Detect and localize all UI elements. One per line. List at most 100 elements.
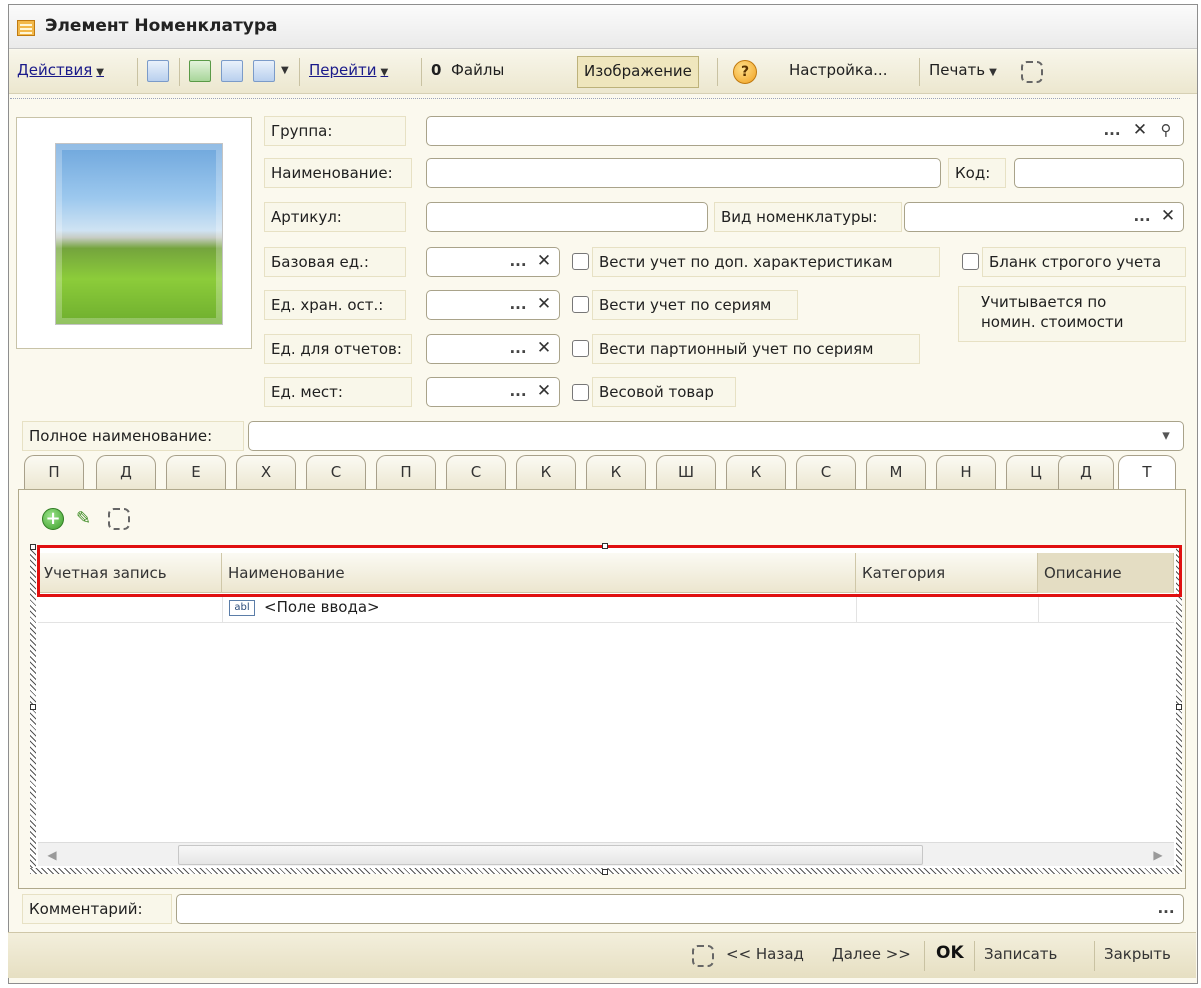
tab-4[interactable]: Х — [236, 455, 296, 489]
ok-button[interactable]: OK — [936, 943, 964, 963]
save-button[interactable]: Записать — [984, 945, 1057, 963]
column-header-category[interactable]: Категория — [856, 553, 1038, 593]
tab-12[interactable]: С — [796, 455, 856, 489]
horizontal-scrollbar[interactable]: ◀ ▶ — [38, 842, 1174, 866]
copy-icon[interactable] — [221, 60, 243, 82]
extra-characteristics-checkbox[interactable] — [572, 253, 589, 270]
table-row[interactable]: abl <Поле ввода> — [38, 595, 1174, 623]
tab-8[interactable]: К — [516, 455, 576, 489]
select-button[interactable]: ... — [507, 294, 529, 316]
column-header-account[interactable]: Учетная запись — [38, 553, 222, 593]
chevron-down-icon[interactable]: ▼ — [281, 65, 289, 76]
batch-by-series-checkbox[interactable] — [572, 340, 589, 357]
placeholder-icon[interactable] — [1021, 61, 1043, 83]
tab-3[interactable]: Е — [166, 455, 226, 489]
placeholder-icon[interactable] — [692, 945, 714, 967]
clear-icon[interactable]: ✕ — [1129, 120, 1151, 142]
goto-label: Перейти — [309, 61, 377, 79]
select-button[interactable]: ... — [507, 381, 529, 403]
tab-17-active[interactable]: Т — [1118, 455, 1176, 491]
group-field[interactable]: ... ✕ ⚲ — [426, 116, 1184, 146]
column-header-name[interactable]: Наименование — [222, 553, 856, 593]
strict-form-label: Бланк строгого учета — [982, 247, 1186, 277]
resize-handle[interactable] — [30, 544, 36, 550]
nominal-value-line1: Учитывается по — [981, 293, 1107, 311]
tab-2[interactable]: Д — [96, 455, 156, 489]
tab-7[interactable]: С — [446, 455, 506, 489]
close-button[interactable]: Закрыть — [1104, 945, 1171, 963]
image-frame[interactable] — [16, 117, 252, 349]
name-label: Наименование: — [264, 158, 412, 188]
actions-menu[interactable]: Действия ▼ — [17, 61, 104, 79]
tab-1[interactable]: П — [24, 455, 84, 489]
search-icon[interactable]: ⚲ — [1155, 120, 1177, 142]
resize-handle[interactable] — [1176, 704, 1182, 710]
select-button[interactable]: ... — [507, 251, 529, 273]
nomenclature-type-field[interactable]: ... ✕ — [904, 202, 1184, 232]
tab-13[interactable]: М — [866, 455, 926, 489]
pencil-icon[interactable]: ✎ — [76, 508, 96, 530]
paperclip-icon: 0 — [431, 61, 442, 79]
base-unit-field[interactable]: ... ✕ — [426, 247, 560, 277]
storage-unit-field[interactable]: ... ✕ — [426, 290, 560, 320]
tab-11[interactable]: К — [726, 455, 786, 489]
print-menu[interactable]: Печать ▼ — [929, 61, 997, 79]
refresh-icon[interactable] — [189, 60, 211, 82]
report-unit-field[interactable]: ... ✕ — [426, 334, 560, 364]
nominal-value-label: Учитывается по номин. стоимости — [958, 286, 1186, 342]
strict-form-checkbox[interactable] — [962, 253, 979, 270]
select-button[interactable]: ... — [1101, 120, 1123, 142]
clear-icon[interactable]: ✕ — [533, 251, 555, 273]
next-button[interactable]: Далее >> — [832, 945, 911, 963]
clear-icon[interactable]: ✕ — [533, 338, 555, 360]
full-name-field[interactable]: ▾ — [248, 421, 1184, 451]
scroll-right-icon[interactable]: ▶ — [1150, 847, 1166, 863]
actions-label: Действия — [17, 61, 93, 79]
add-icon[interactable]: + — [42, 508, 64, 530]
select-button[interactable]: ... — [1131, 206, 1153, 228]
image-button[interactable]: Изображение — [577, 56, 699, 88]
input-field-placeholder: <Поле ввода> — [264, 598, 380, 616]
place-unit-field[interactable]: ... ✕ — [426, 377, 560, 407]
full-name-label: Полное наименование: — [22, 421, 244, 451]
toolbar-divider — [179, 58, 180, 86]
footer-divider — [974, 941, 975, 971]
print-label: Печать — [929, 61, 986, 79]
select-button[interactable]: ... — [507, 338, 529, 360]
name-field[interactable] — [426, 158, 941, 188]
article-field[interactable] — [426, 202, 708, 232]
by-series-checkbox[interactable] — [572, 296, 589, 313]
select-button[interactable]: ... — [1155, 898, 1177, 920]
settings-button[interactable]: Настройка... — [789, 61, 887, 79]
clear-icon[interactable]: ✕ — [533, 294, 555, 316]
tab-14[interactable]: Н — [936, 455, 996, 489]
tab-15[interactable]: Ц — [1006, 455, 1066, 489]
files-button[interactable]: Файлы — [451, 61, 504, 79]
resize-handle[interactable] — [602, 869, 608, 875]
chevron-down-icon[interactable]: ▾ — [1155, 425, 1177, 447]
tab-16[interactable]: Д — [1058, 455, 1114, 489]
catalog-icon — [17, 20, 35, 36]
column-header-description[interactable]: Описание — [1038, 553, 1174, 593]
window-title: Элемент Номенклатура — [45, 16, 278, 36]
clear-icon[interactable]: ✕ — [533, 381, 555, 403]
tab-6[interactable]: П — [376, 455, 436, 489]
resize-handle[interactable] — [602, 543, 608, 549]
code-field[interactable] — [1014, 158, 1184, 188]
scroll-thumb[interactable] — [178, 845, 923, 865]
weight-goods-checkbox[interactable] — [572, 384, 589, 401]
resize-handle[interactable] — [30, 704, 36, 710]
code-label: Код: — [948, 158, 1006, 188]
clear-icon[interactable]: ✕ — [1157, 206, 1179, 228]
save-and-close-icon[interactable] — [147, 60, 169, 82]
back-button[interactable]: << Назад — [726, 945, 804, 963]
tab-9[interactable]: К — [586, 455, 646, 489]
help-icon[interactable]: ? — [733, 60, 757, 84]
goto-menu[interactable]: Перейти ▼ — [309, 61, 388, 79]
comment-field[interactable]: ... — [176, 894, 1184, 924]
based-on-icon[interactable] — [253, 60, 275, 82]
scroll-left-icon[interactable]: ◀ — [44, 847, 60, 863]
tab-10[interactable]: Ш — [656, 455, 716, 489]
tab-5[interactable]: С — [306, 455, 366, 489]
placeholder-icon[interactable] — [108, 508, 130, 530]
